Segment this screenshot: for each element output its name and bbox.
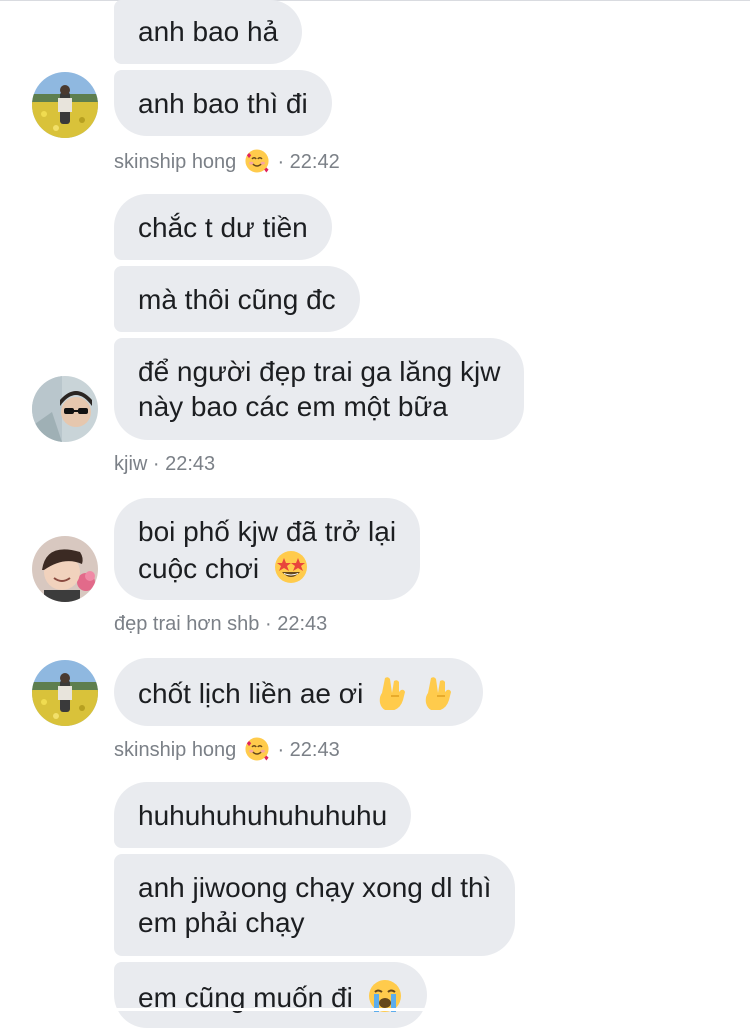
top-divider [0,0,750,1]
smiling-face-with-hearts-icon [245,737,269,761]
message-bubble[interactable]: mà thôi cũng đc [114,266,360,332]
sender-name: đẹp trai hơn shb [114,613,260,635]
sign-of-the-horns-icon [425,677,451,710]
avatar-dep-trai-hon-shb[interactable] [32,536,98,602]
message-time: · 22:42 [277,151,340,173]
message-text: chắc t dư tiền [138,212,308,243]
message-bubble[interactable]: anh bao hả [114,0,303,64]
message-text: anh bao thì đi [138,88,308,119]
message-time: · 22:43 [265,613,328,635]
smiling-face-with-hearts-icon [245,149,269,173]
message-time: · 22:43 [152,453,216,475]
message-bubble[interactable]: anh jiwoong chạy xong dl thì em phải chạ… [114,854,516,956]
message-text-line: boi phố kjw đã trở lại [138,516,397,547]
message-bubble[interactable]: em cũng muốn đi [114,962,427,1028]
sender-meta: skinship hong · 22:42 [114,148,340,174]
sign-of-the-horns-icon [379,677,406,710]
sender-meta: kjiw · 22:43 [114,452,215,476]
message-text-line: để người đẹp trai ga lăng kjw [138,356,501,387]
message-text: mà thôi cũng đc [138,284,336,315]
sender-meta: đẹp trai hơn shb · 22:43 [114,612,327,636]
message-text-line: anh jiwoong chạy xong dl thì [138,872,492,903]
message-time: · 22:43 [277,739,340,761]
message-bubble[interactable]: anh bao thì đi [114,70,332,136]
message-bubble[interactable]: boi phố kjw đã trở lại cuộc chơi [114,498,421,600]
avatar-skinship-hong[interactable] [32,72,98,138]
message-text: huhuhuhuhuhuhuhu [138,800,388,831]
message-text-line: cuộc chơi [138,549,396,586]
sender-name: skinship hong [114,151,237,173]
star-struck-icon [274,551,307,583]
message-bubble[interactable]: huhuhuhuhuhuhuhu [114,782,412,848]
avatar-skinship-hong[interactable] [32,660,98,726]
message-bubble[interactable]: để người đẹp trai ga lăng kjw này bao cá… [114,338,525,440]
message-text-line: em phải chạy [138,907,305,938]
message-text: anh bao hả [138,16,279,47]
message-bubble[interactable]: chốt lịch liền ae ơi [114,658,483,726]
message-bubble[interactable]: chắc t dư tiền [114,194,332,260]
message-text-line: này bao các em một bữa [138,391,448,422]
avatar-kjiw[interactable] [32,376,98,442]
sender-name: skinship hong [114,739,237,761]
message-text: chốt lịch liền ae ơi [138,678,364,709]
sender-meta: skinship hong · 22:43 [114,736,340,762]
sender-name: kjiw [114,453,148,475]
